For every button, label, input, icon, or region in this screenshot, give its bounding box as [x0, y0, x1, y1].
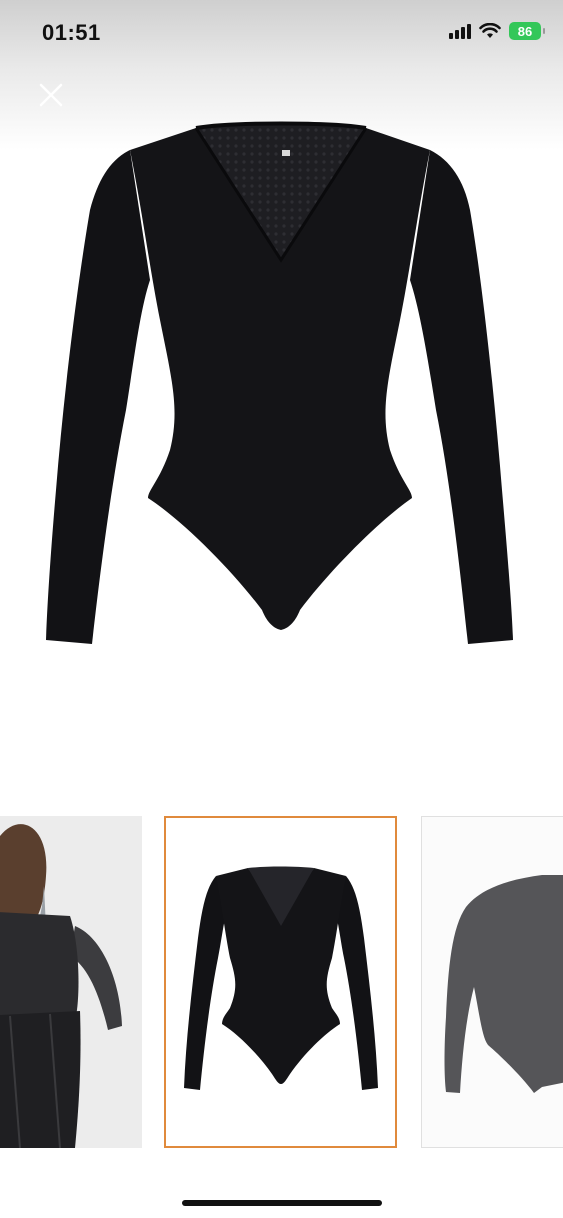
main-product-image[interactable] — [0, 110, 563, 760]
status-icons: 86 — [449, 22, 545, 40]
cellular-signal-icon — [449, 23, 471, 39]
battery-icon: 86 — [509, 22, 545, 40]
bodysuit-thumb-image — [166, 818, 395, 1146]
thumbnail-bodysuit-selected[interactable] — [164, 816, 397, 1148]
wifi-icon — [479, 23, 501, 38]
status-time: 01:51 — [42, 20, 101, 45]
thumbnail-model-back[interactable] — [0, 816, 142, 1148]
close-icon — [39, 83, 63, 107]
home-indicator[interactable] — [182, 1200, 382, 1206]
thumbnail-strip — [0, 816, 563, 1152]
status-bar: 01:51 86 — [0, 0, 563, 70]
bodysuit-illustration — [46, 121, 513, 644]
close-button[interactable] — [36, 80, 66, 110]
model-back-image — [0, 816, 142, 1148]
bodysuit-side-image — [422, 817, 563, 1147]
battery-level: 86 — [517, 23, 533, 39]
thumbnail-bodysuit-side[interactable] — [421, 816, 563, 1148]
